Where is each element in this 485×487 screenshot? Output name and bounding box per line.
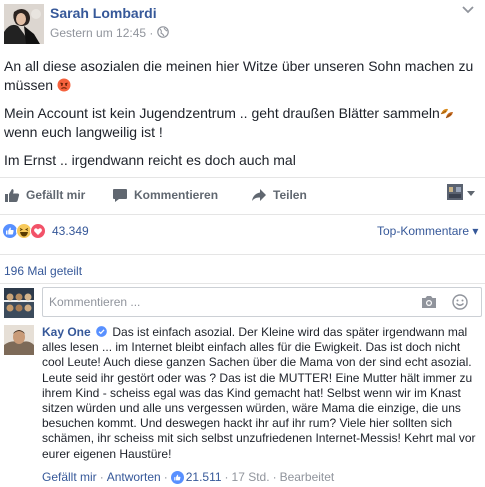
comment-like-link[interactable]: Gefällt mir (42, 470, 97, 484)
commenter-avatar[interactable] (4, 325, 34, 355)
separator-dot: · (163, 470, 168, 484)
shares-summary: 196 Mal geteilt (0, 254, 485, 282)
commenter-name[interactable]: Kay One (42, 325, 91, 339)
verified-badge-icon (96, 326, 107, 337)
caret-down-icon[interactable] (467, 191, 475, 197)
comment-like-count[interactable]: 21.511 (186, 470, 222, 484)
like-button[interactable]: Gefällt mir (4, 186, 85, 204)
comment-button[interactable]: Kommentieren (112, 186, 218, 204)
like-reaction-icon (170, 470, 184, 484)
comment-content: Kay One Das ist einfach asozial. Der Kle… (42, 325, 482, 462)
top-comments-label: Top-Kommentare (377, 224, 470, 238)
fallen-leaf-icon (440, 108, 453, 119)
timestamp-separator: · (149, 26, 154, 40)
angry-face-icon (57, 78, 71, 92)
comment-composer (0, 283, 485, 319)
comment-button-label: Kommentieren (134, 188, 219, 202)
share-button[interactable]: Teilen (251, 186, 307, 204)
separator-dot: · (272, 470, 277, 484)
post-text-segment: An all diese asozialen die meinen hier W… (4, 58, 474, 93)
post-timestamp[interactable]: Gestern um 12:45 · (50, 26, 153, 40)
post-paragraph-3: Im Ernst .. irgendwann reicht es doch au… (4, 152, 296, 168)
comment-bubble-icon (113, 189, 127, 202)
post-text-segment: wenn euch langweilig ist ! (4, 124, 163, 140)
comment-timestamp[interactable]: 17 Std. (232, 470, 270, 484)
love-reaction-icon (30, 223, 46, 239)
shares-count-link[interactable]: 196 Mal geteilt (4, 264, 82, 278)
comment-actions: Gefällt mir · Antworten · 21.511 · 17 St… (42, 470, 334, 484)
comment-input[interactable] (42, 287, 482, 317)
post-paragraph-1: An all diese asozialen die meinen hier W… (4, 57, 482, 95)
timestamp-text[interactable]: Gestern um 12:45 (50, 26, 146, 40)
thumbs-up-icon (5, 189, 20, 202)
like-button-label: Gefällt mir (26, 188, 86, 202)
post-header: Sarah Lombardi Gestern um 12:45 · (0, 0, 485, 52)
reactions-summary: 43.349 Top-Kommentare ▾ (0, 214, 485, 244)
share-arrow-icon (252, 189, 266, 201)
smiley-icon[interactable] (452, 294, 468, 310)
chevron-down-icon[interactable] (460, 4, 476, 16)
page-avatar-selector[interactable] (447, 184, 463, 200)
comment-text: Das ist einfach asozial. Der Kleine wird… (42, 325, 476, 461)
caret-down-icon: ▾ (472, 224, 479, 238)
author-name[interactable]: Sarah Lombardi (50, 5, 157, 21)
separator-dot: · (224, 470, 229, 484)
share-button-label: Teilen (273, 188, 307, 202)
post-action-bar: Gefällt mir Kommentieren Teilen (0, 177, 485, 211)
reaction-count[interactable]: 43.349 (52, 224, 89, 238)
current-user-avatar (4, 288, 34, 318)
comment-item: Kay One Das ist einfach asozial. Der Kle… (0, 321, 485, 487)
reaction-icons[interactable] (2, 223, 46, 239)
comment-reply-link[interactable]: Antworten (107, 470, 161, 484)
globe-icon[interactable] (157, 26, 169, 38)
separator-dot: · (99, 470, 104, 484)
camera-icon[interactable] (421, 295, 437, 309)
comment-edited-label[interactable]: Bearbeitet (280, 470, 335, 484)
top-comments-dropdown[interactable]: Top-Kommentare ▾ (377, 224, 478, 238)
post-message: An all diese asozialen die meinen hier W… (4, 57, 482, 179)
post-paragraph-2: Mein Account ist kein Jugendzentrum .. g… (4, 104, 482, 142)
post-text-segment: Mein Account ist kein Jugendzentrum .. g… (4, 105, 440, 121)
author-avatar[interactable] (4, 4, 44, 44)
